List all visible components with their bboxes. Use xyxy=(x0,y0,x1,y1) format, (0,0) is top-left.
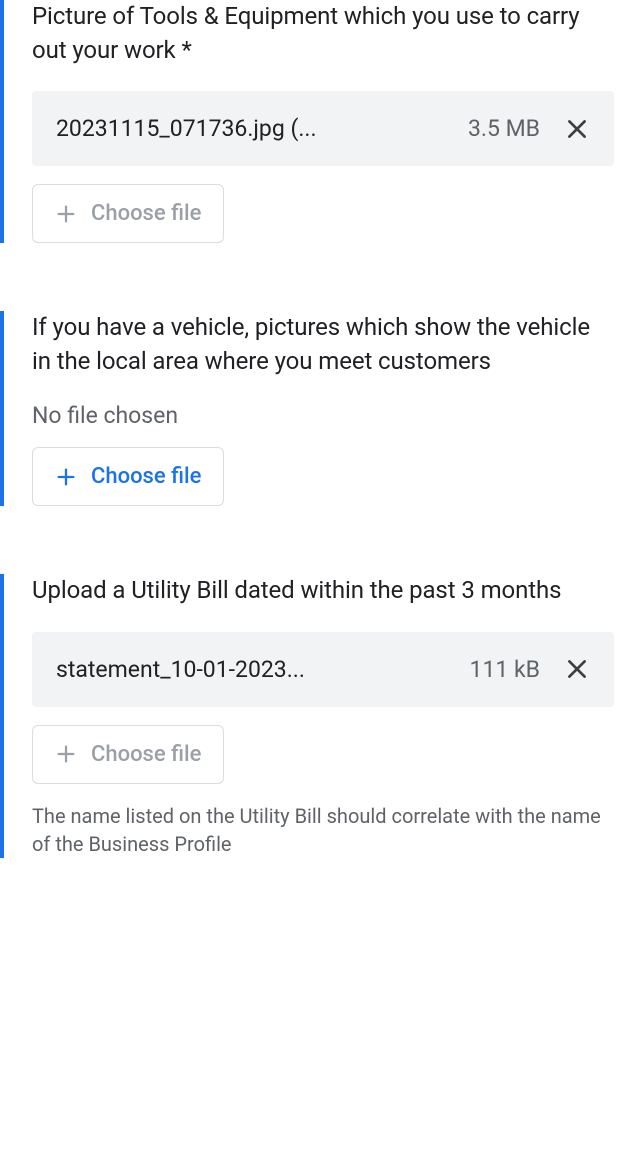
plus-icon xyxy=(55,466,77,488)
choose-file-button[interactable]: Choose file xyxy=(32,447,224,506)
plus-icon xyxy=(55,203,77,225)
remove-file-button[interactable] xyxy=(564,116,590,142)
section-label: If you have a vehicle, pictures which sh… xyxy=(32,311,614,378)
choose-file-button[interactable]: Choose file xyxy=(32,184,224,243)
choose-file-label: Choose file xyxy=(91,464,201,489)
upload-section-tools: Picture of Tools & Equipment which you u… xyxy=(0,0,634,243)
close-icon xyxy=(564,656,590,682)
file-name: 20231115_071736.jpg (... xyxy=(56,115,452,142)
section-label: Upload a Utility Bill dated within the p… xyxy=(32,574,614,608)
section-label: Picture of Tools & Equipment which you u… xyxy=(32,0,614,67)
file-size: 3.5 MB xyxy=(468,115,540,142)
choose-file-button[interactable]: Choose file xyxy=(32,725,224,784)
no-file-text: No file chosen xyxy=(32,402,614,429)
choose-file-label: Choose file xyxy=(91,742,201,767)
plus-icon xyxy=(55,743,77,765)
close-icon xyxy=(564,116,590,142)
remove-file-button[interactable] xyxy=(564,656,590,682)
uploaded-file-chip: statement_10-01-2023... 111 kB xyxy=(32,632,614,707)
helper-text: The name listed on the Utility Bill shou… xyxy=(32,802,614,858)
choose-file-label: Choose file xyxy=(91,201,201,226)
upload-section-vehicle: If you have a vehicle, pictures which sh… xyxy=(0,311,634,506)
file-size: 111 kB xyxy=(470,656,540,683)
uploaded-file-chip: 20231115_071736.jpg (... 3.5 MB xyxy=(32,91,614,166)
file-name: statement_10-01-2023... xyxy=(56,656,454,683)
upload-section-utility-bill: Upload a Utility Bill dated within the p… xyxy=(0,574,634,858)
